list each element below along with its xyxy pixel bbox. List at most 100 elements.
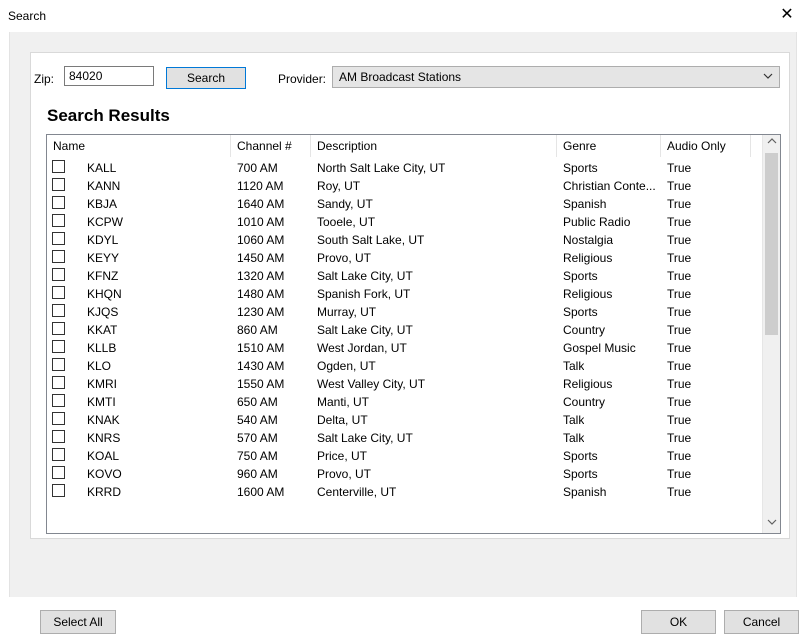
cancel-button[interactable]: Cancel	[724, 610, 799, 634]
chevron-down-icon	[763, 69, 773, 86]
dialog-body: Zip: Search Provider: AM Broadcast Stati…	[9, 32, 799, 634]
row-checkbox[interactable]	[52, 430, 65, 443]
cell-audio-only: True	[667, 341, 692, 355]
vertical-scrollbar[interactable]	[762, 135, 780, 533]
chevron-up-icon[interactable]	[763, 135, 780, 152]
cell-channel: 1600 AM	[237, 485, 285, 499]
table-row[interactable]: KALL 700 AM North Salt Lake City, UT Sports…	[47, 159, 763, 177]
table-row[interactable]: KOVO 960 AM Provo, UT Sports True	[47, 465, 763, 483]
table-row[interactable]: KNRS 570 AM Salt Lake City, UT Talk True	[47, 429, 763, 447]
cell-audio-only: True	[667, 485, 692, 499]
zip-input[interactable]	[64, 66, 154, 86]
cell-audio-only: True	[667, 215, 692, 229]
cell-audio-only: True	[667, 251, 692, 265]
row-checkbox[interactable]	[52, 484, 65, 497]
cell-description: Ogden, UT	[317, 359, 376, 373]
chevron-down-icon[interactable]	[763, 516, 780, 533]
table-row[interactable]: KFNZ 1320 AM Salt Lake City, UT Sports True	[47, 267, 763, 285]
cell-audio-only: True	[667, 413, 692, 427]
row-checkbox[interactable]	[52, 160, 65, 173]
cell-description: Price, UT	[317, 449, 368, 463]
row-checkbox[interactable]	[52, 232, 65, 245]
table-row[interactable]: KOAL 750 AM Price, UT Sports True	[47, 447, 763, 465]
cell-genre: Talk	[563, 359, 585, 373]
row-checkbox[interactable]	[52, 196, 65, 209]
row-checkbox[interactable]	[52, 394, 65, 407]
cell-channel: 1230 AM	[237, 305, 285, 319]
cell-genre: Sports	[563, 449, 598, 463]
cell-name: KANN	[87, 179, 121, 193]
row-checkbox[interactable]	[52, 466, 65, 479]
results-list[interactable]: Name Channel # Description Genre Audio O…	[46, 134, 781, 534]
ok-button[interactable]: OK	[641, 610, 716, 634]
row-checkbox[interactable]	[52, 304, 65, 317]
cell-genre: Sports	[563, 305, 598, 319]
cell-channel: 1640 AM	[237, 197, 285, 211]
cell-description: Provo, UT	[317, 467, 372, 481]
cell-channel: 1120 AM	[237, 179, 284, 193]
table-row[interactable]: KLO 1430 AM Ogden, UT Talk True	[47, 357, 763, 375]
cell-name: KOVO	[87, 467, 122, 481]
cell-genre: Talk	[563, 431, 585, 445]
row-checkbox[interactable]	[52, 448, 65, 461]
table-row[interactable]: KRRD 1600 AM Centerville, UT Spanish True	[47, 483, 763, 501]
column-header-description[interactable]: Description	[311, 135, 557, 157]
table-row[interactable]: KJQS 1230 AM Murray, UT Sports True	[47, 303, 763, 321]
cell-name: KHQN	[87, 287, 122, 301]
cell-name: KOAL	[87, 449, 120, 463]
search-button[interactable]: Search	[166, 67, 246, 89]
cell-genre: Sports	[563, 161, 598, 175]
row-checkbox[interactable]	[52, 214, 65, 227]
cell-channel: 1320 AM	[237, 269, 285, 283]
cell-genre: Spanish	[563, 197, 607, 211]
scrollbar-thumb[interactable]	[765, 153, 778, 335]
row-checkbox[interactable]	[52, 358, 65, 371]
cell-channel: 1060 AM	[237, 233, 285, 247]
table-row[interactable]: KKAT 860 AM Salt Lake City, UT Country True	[47, 321, 763, 339]
cell-audio-only: True	[667, 161, 692, 175]
row-checkbox[interactable]	[52, 322, 65, 335]
close-icon[interactable]: ✕	[776, 4, 798, 26]
cell-channel: 650 AM	[237, 395, 278, 409]
cell-channel: 700 AM	[237, 161, 278, 175]
cell-name: KMTI	[87, 395, 116, 409]
table-row[interactable]: KMRI 1550 AM West Valley City, UT Religious…	[47, 375, 763, 393]
cell-description: Provo, UT	[317, 251, 372, 265]
column-header-name[interactable]: Name	[47, 135, 231, 157]
table-row[interactable]: KHQN 1480 AM Spanish Fork, UT Religious True	[47, 285, 763, 303]
cell-description: Delta, UT	[317, 413, 368, 427]
row-checkbox[interactable]	[52, 340, 65, 353]
cell-name: KBJA	[87, 197, 118, 211]
table-row[interactable]: KANN 1120 AM Roy, UT Christian Conte... True	[47, 177, 763, 195]
cell-audio-only: True	[667, 449, 692, 463]
column-header-genre[interactable]: Genre	[557, 135, 661, 157]
cell-genre: Religious	[563, 251, 613, 265]
cell-description: South Salt Lake, UT	[317, 233, 425, 247]
table-row[interactable]: KCPW 1010 AM Tooele, UT Public Radio True	[47, 213, 763, 231]
table-row[interactable]: KDYL 1060 AM South Salt Lake, UT Nostalgia T…	[47, 231, 763, 249]
row-checkbox[interactable]	[52, 178, 65, 191]
row-checkbox[interactable]	[52, 412, 65, 425]
cell-name: KNRS	[87, 431, 121, 445]
row-checkbox[interactable]	[52, 268, 65, 281]
table-row[interactable]: KBJA 1640 AM Sandy, UT Spanish True	[47, 195, 763, 213]
search-results-heading: Search Results	[47, 106, 170, 125]
provider-select[interactable]: AM Broadcast Stations	[332, 66, 780, 88]
table-row[interactable]: KNAK 540 AM Delta, UT Talk True	[47, 411, 763, 429]
row-checkbox[interactable]	[52, 250, 65, 263]
table-row[interactable]: KMTI 650 AM Manti, UT Country True	[47, 393, 763, 411]
window-title: Search	[8, 9, 47, 23]
row-checkbox[interactable]	[52, 286, 65, 299]
list-header: Name Channel # Description Genre Audio O…	[47, 135, 763, 157]
column-header-channel[interactable]: Channel #	[231, 135, 311, 157]
column-header-audio-only[interactable]: Audio Only	[661, 135, 751, 157]
table-row[interactable]: KEYY 1450 AM Provo, UT Religious True	[47, 249, 763, 267]
cell-genre: Sports	[563, 269, 598, 283]
cell-name: KJQS	[87, 305, 119, 319]
row-checkbox[interactable]	[52, 376, 65, 389]
cell-name: KCPW	[87, 215, 123, 229]
table-row[interactable]: KLLB 1510 AM West Jordan, UT Gospel Music Tr…	[47, 339, 763, 357]
cell-name: KALL	[87, 161, 117, 175]
select-all-button[interactable]: Select All	[40, 610, 116, 634]
cell-genre: Talk	[563, 413, 585, 427]
